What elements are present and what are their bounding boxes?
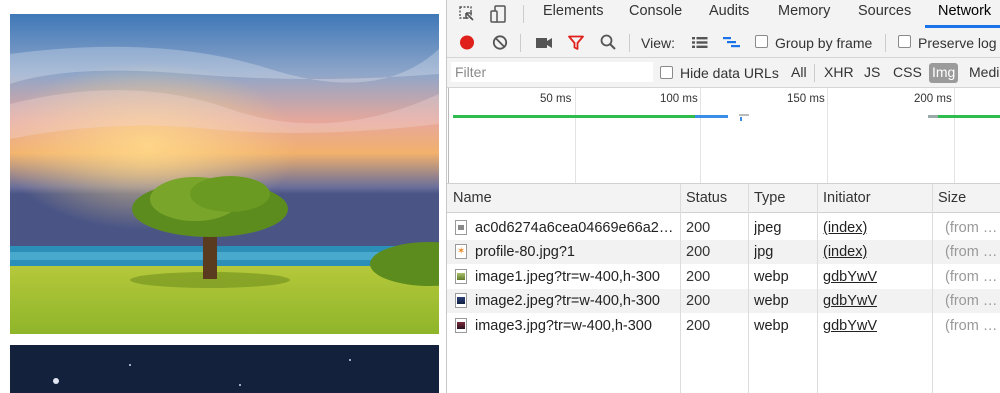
request-status: 200 (686, 269, 711, 285)
tab-network[interactable]: Network (938, 0, 991, 28)
tab-audits[interactable]: Audits (709, 0, 749, 28)
waterfall-overview-icon[interactable] (722, 28, 742, 57)
request-size: (from … (945, 244, 998, 260)
table-row[interactable]: ✶ profile-80.jpg?1 200 jpg (index) (from… (447, 240, 1000, 264)
request-size: (from … (945, 269, 998, 285)
column-header-size[interactable]: Size (938, 190, 966, 206)
group-by-frame-label: Group by frame (775, 35, 873, 51)
request-name[interactable]: image3.jpg?tr=w-400,h-300 (475, 318, 673, 334)
request-status: 200 (686, 318, 711, 334)
request-name[interactable]: image1.jpeg?tr=w-400,h-300 (475, 269, 673, 285)
hide-data-urls-checkbox[interactable] (660, 66, 673, 79)
table-row[interactable]: image2.jpeg?tr=w-400,h-300 200 webp gdbY… (447, 289, 1000, 313)
large-request-rows-icon[interactable] (691, 28, 709, 57)
toolbar-separator (885, 34, 886, 52)
filter-separator (814, 64, 815, 82)
request-type: jpeg (754, 220, 782, 236)
request-size: (from … (945, 220, 998, 236)
filter-input[interactable] (451, 62, 653, 82)
request-size: (from … (945, 293, 998, 309)
table-row[interactable]: image1.jpeg?tr=w-400,h-300 200 webp gdbY… (447, 265, 1000, 289)
column-divider[interactable] (817, 184, 818, 393)
column-divider[interactable] (748, 184, 749, 393)
filter-type-xhr[interactable]: XHR (821, 63, 857, 83)
column-header-status[interactable]: Status (686, 190, 727, 206)
filter-type-img[interactable]: Img (929, 63, 959, 83)
filter-type-js[interactable]: JS (861, 63, 883, 83)
image-file-icon (455, 318, 467, 333)
toolbar-separator (520, 34, 521, 52)
tab-console[interactable]: Console (629, 0, 682, 28)
device-toolbar-icon[interactable] (488, 4, 508, 24)
image-file-icon (455, 269, 467, 284)
tab-sources[interactable]: Sources (858, 0, 911, 28)
night-sky-image (10, 345, 439, 393)
screenshot-camera-icon[interactable] (535, 28, 553, 57)
request-initiator-link[interactable]: gdbYwV (823, 269, 877, 285)
column-header-type[interactable]: Type (754, 190, 785, 206)
timeline-overview[interactable]: 50 ms 100 ms 150 ms 200 ms (447, 88, 1000, 184)
request-type: webp (754, 318, 789, 334)
landscape-tree-image (10, 14, 439, 334)
request-name[interactable]: image2.jpeg?tr=w-400,h-300 (475, 293, 673, 309)
request-name[interactable]: ac0d6274a6cea04669e66a2… (475, 220, 673, 236)
toolbar-separator (629, 34, 630, 52)
requests-table: Name Status Type Initiator Size ac0d6274… (447, 184, 1000, 393)
tab-separator (523, 5, 524, 23)
clear-icon[interactable] (492, 28, 508, 57)
network-toolbar: View: Group by frame Preserve log (447, 28, 1000, 58)
timeline-bars (453, 114, 1000, 121)
devtools-tab-bar: Elements Console Audits Memory Sources N… (447, 0, 1000, 29)
request-initiator-link[interactable]: (index) (823, 220, 867, 236)
inspect-element-icon[interactable] (457, 4, 477, 24)
table-row[interactable]: ac0d6274a6cea04669e66a2… 200 jpeg (index… (447, 216, 1000, 240)
filter-funnel-icon[interactable] (567, 28, 585, 57)
filter-type-media[interactable]: Medi (966, 63, 1000, 83)
request-type: webp (754, 269, 789, 285)
preserve-log-label: Preserve log (918, 35, 997, 51)
request-size: (from … (945, 318, 998, 334)
image-file-icon (455, 293, 467, 308)
table-header: Name Status Type Initiator Size (447, 184, 1000, 213)
image-file-icon (455, 220, 467, 235)
group-by-frame-checkbox[interactable] (755, 35, 768, 48)
tab-elements[interactable]: Elements (543, 0, 603, 28)
table-row[interactable]: image3.jpg?tr=w-400,h-300 200 webp gdbYw… (447, 314, 1000, 338)
request-initiator-link[interactable]: gdbYwV (823, 293, 877, 309)
filter-bar: Hide data URLs All XHR JS CSS Img Medi (447, 58, 1000, 88)
column-divider[interactable] (932, 184, 933, 393)
devtools-panel: Elements Console Audits Memory Sources N… (446, 0, 1000, 393)
page-preview (0, 0, 446, 393)
request-type: webp (754, 293, 789, 309)
preserve-log-checkbox[interactable] (898, 35, 911, 48)
column-header-name[interactable]: Name (453, 190, 492, 206)
search-icon[interactable] (599, 28, 617, 57)
column-header-initiator[interactable]: Initiator (823, 190, 871, 206)
request-initiator-link[interactable]: gdbYwV (823, 318, 877, 334)
request-status: 200 (686, 293, 711, 309)
image-file-icon: ✶ (455, 244, 467, 259)
request-status: 200 (686, 244, 711, 260)
view-label: View: (641, 35, 675, 51)
request-name[interactable]: profile-80.jpg?1 (475, 244, 673, 260)
tab-memory[interactable]: Memory (778, 0, 830, 28)
request-initiator-link[interactable]: (index) (823, 244, 867, 260)
request-status: 200 (686, 220, 711, 236)
record-button[interactable] (459, 28, 475, 57)
hide-data-urls-label: Hide data URLs (680, 65, 779, 81)
filter-type-css[interactable]: CSS (890, 63, 925, 83)
request-type: jpg (754, 244, 774, 260)
column-divider[interactable] (680, 184, 681, 393)
filter-type-all[interactable]: All (788, 63, 810, 83)
